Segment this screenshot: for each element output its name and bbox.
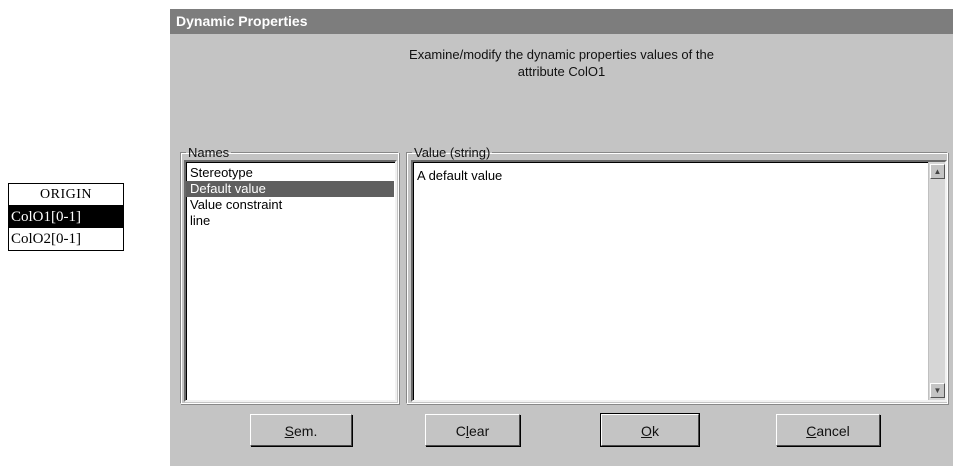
clear-button[interactable]: Clear — [425, 414, 520, 446]
value-text[interactable]: A default value — [417, 168, 502, 183]
ok-label-rest: k — [651, 423, 659, 439]
names-listbox[interactable]: Stereotype Default value Value constrain… — [184, 160, 397, 402]
description-line-2: attribute ColO1 — [517, 64, 606, 79]
dynamic-properties-dialog: Dynamic Properties Examine/modify the dy… — [170, 9, 953, 466]
class-attribute-colo1[interactable]: ColO1[0-1] — [9, 206, 123, 228]
sem-label-rest: em. — [294, 423, 318, 439]
list-item-selected[interactable]: Default value — [186, 181, 394, 197]
cancel-accel: C — [806, 423, 817, 439]
cancel-button[interactable]: Cancel — [776, 414, 880, 446]
scroll-up-icon[interactable]: ▲ — [930, 164, 945, 179]
clear-label-rest: ear — [469, 423, 490, 439]
class-title: ORIGIN — [9, 184, 123, 206]
class-box: ORIGIN ColO1[0-1] ColO2[0-1] — [8, 183, 124, 251]
list-item[interactable]: line — [186, 213, 395, 229]
vertical-scrollbar[interactable]: ▲ ▼ — [928, 162, 945, 400]
ok-button[interactable]: Ok — [600, 413, 700, 447]
ok-accel: O — [641, 423, 652, 439]
sem-accel: S — [284, 423, 294, 439]
value-textarea[interactable]: A default value ▲ ▼ — [411, 160, 947, 402]
cancel-label-rest: ancel — [816, 423, 850, 439]
scroll-down-icon[interactable]: ▼ — [930, 383, 945, 398]
list-item[interactable]: Value constraint — [186, 197, 395, 213]
dialog-description: Examine/modify the dynamic properties va… — [170, 46, 953, 80]
dialog-title: Dynamic Properties — [170, 9, 953, 34]
class-attribute-colo2[interactable]: ColO2[0-1] — [9, 228, 123, 250]
clear-label-pre: C — [455, 423, 466, 439]
names-legend: Names — [188, 145, 230, 160]
description-line-1: Examine/modify the dynamic properties va… — [409, 47, 714, 62]
value-legend: Value (string) — [414, 145, 491, 160]
sem-button[interactable]: Sem. — [250, 414, 352, 446]
list-item[interactable]: Stereotype — [186, 165, 395, 181]
